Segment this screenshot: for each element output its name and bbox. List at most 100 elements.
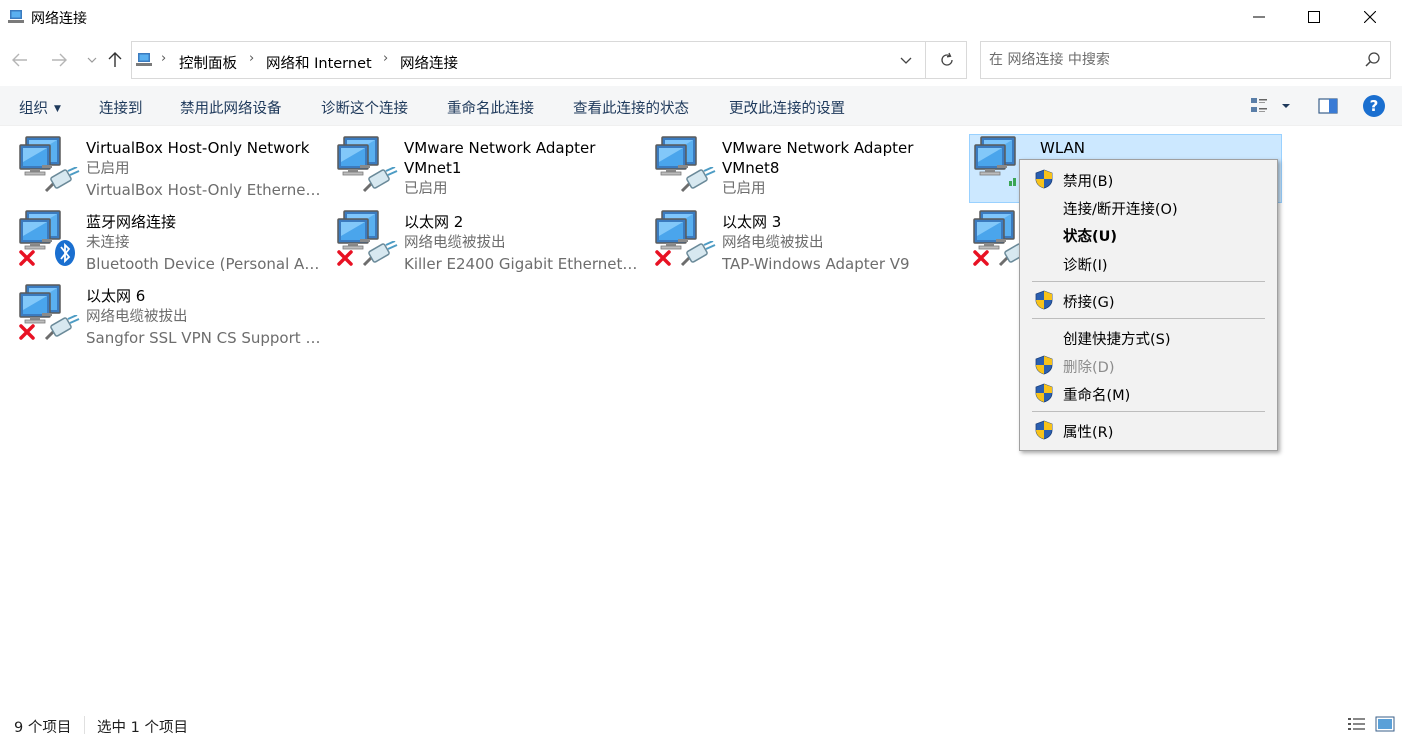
- view-options-icon: [1251, 98, 1290, 112]
- bluetooth-adapter-icon: [19, 209, 75, 266]
- connection-name: 以太网 6: [86, 287, 146, 305]
- menu-item-label: 禁用(B): [1063, 174, 1114, 190]
- recent-locations-button[interactable]: [80, 48, 104, 72]
- network-connections-icon: [136, 53, 152, 66]
- uac-shield-icon: [1034, 383, 1054, 403]
- menu-item-label: 状态(U): [1063, 229, 1118, 245]
- ethernet-adapter-icon: [18, 135, 80, 193]
- ethernet-disconnected-icon: [19, 283, 80, 341]
- menu-item-disable[interactable]: 禁用(B): [1022, 166, 1275, 193]
- menu-item-diagnose[interactable]: 诊断(I): [1022, 250, 1275, 277]
- breadcrumb-control-panel[interactable]: 控制面板: [179, 52, 237, 73]
- back-button[interactable]: [8, 48, 32, 72]
- connection-device: Sangfor SSL VPN CS Support System VNIC: [86, 329, 322, 347]
- close-icon: [1364, 11, 1376, 23]
- up-button[interactable]: [103, 48, 127, 72]
- address-bar[interactable]: › 控制面板 › 网络和 Internet › 网络连接: [131, 41, 967, 79]
- search-icon[interactable]: [1364, 51, 1382, 69]
- menu-separator: [1032, 281, 1265, 282]
- uac-shield-icon: [1034, 355, 1054, 375]
- connect-to-button[interactable]: 连接到: [99, 97, 143, 118]
- search-box[interactable]: [980, 41, 1391, 79]
- help-button[interactable]: ?: [1363, 95, 1385, 117]
- connection-name: 以太网 3: [722, 213, 782, 231]
- connection-tile[interactable]: 以太网 3 网络电缆被拔出 TAP-Windows Adapter V9: [636, 201, 948, 273]
- maximize-icon: [1308, 11, 1320, 23]
- connection-tile[interactable]: VirtualBox Host-Only Network 已启用 Virtual…: [0, 127, 322, 199]
- close-button[interactable]: [1347, 0, 1393, 34]
- connection-device: TAP-Windows Adapter V9: [722, 255, 910, 273]
- connection-name: VMware Network Adapter VMnet8: [722, 139, 914, 177]
- menu-item-bridge[interactable]: 桥接(G): [1022, 287, 1275, 314]
- diagnose-button[interactable]: 诊断这个连接: [321, 97, 408, 118]
- command-bar: 组织 ▼ 连接到 禁用此网络设备 诊断这个连接 重命名此连接 查看此连接的状态 更…: [0, 86, 1402, 126]
- menu-item-status[interactable]: 状态(U): [1022, 221, 1275, 248]
- chevron-down-icon: [87, 57, 97, 63]
- chevron-right-icon[interactable]: ›: [383, 51, 388, 66]
- details-view-icon[interactable]: [1347, 716, 1367, 732]
- chevron-right-icon[interactable]: ›: [249, 51, 254, 66]
- connection-tile[interactable]: 以太网 6 网络电缆被拔出 Sangfor SSL VPN CS Support…: [0, 275, 322, 347]
- chevron-down-icon: [900, 57, 912, 64]
- menu-item-label: 诊断(I): [1063, 258, 1108, 274]
- disable-device-button[interactable]: 禁用此网络设备: [180, 97, 282, 118]
- search-input[interactable]: [989, 50, 1349, 70]
- connection-status: 已启用: [86, 161, 130, 177]
- menu-item-delete[interactable]: 删除(D): [1022, 352, 1275, 379]
- menu-item-create-shortcut[interactable]: 创建快捷方式(S): [1022, 324, 1275, 351]
- chevron-right-icon[interactable]: ›: [161, 51, 166, 66]
- breadcrumb-network-connections[interactable]: 网络连接: [400, 52, 458, 73]
- status-bar: 9 个项目 选中 1 个项目: [0, 708, 1402, 741]
- change-view-button[interactable]: [1248, 94, 1296, 118]
- view-status-button[interactable]: 查看此连接的状态: [573, 97, 689, 118]
- menu-item-label: 重命名(M): [1063, 388, 1131, 404]
- breadcrumb-network-internet[interactable]: 网络和 Internet: [266, 52, 372, 73]
- connection-tile[interactable]: 以太网 2 网络电缆被拔出 Killer E2400 Gigabit Ether…: [318, 201, 640, 273]
- navigation-bar: › 控制面板 › 网络和 Internet › 网络连接: [0, 36, 1402, 86]
- organize-menu[interactable]: 组织 ▼: [19, 97, 61, 118]
- rename-button[interactable]: 重命名此连接: [447, 97, 534, 118]
- arrow-left-icon: [12, 53, 27, 67]
- connection-status: 网络电缆被拔出: [722, 235, 824, 251]
- connection-status: 网络电缆被拔出: [86, 309, 188, 325]
- caret-down-icon: ▼: [54, 104, 61, 114]
- large-icons-view-icon[interactable]: [1375, 716, 1395, 732]
- window-title: 网络连接: [31, 11, 87, 27]
- connection-status: 网络电缆被拔出: [404, 235, 506, 251]
- connection-tile[interactable]: VMware Network Adapter VMnet8 已启用: [636, 127, 948, 197]
- menu-separator: [1032, 318, 1265, 319]
- menu-item-label: 属性(R): [1063, 425, 1114, 441]
- connection-tile[interactable]: 蓝牙网络连接 未连接 Bluetooth Device (Personal Ar…: [0, 201, 322, 273]
- connection-device: VirtualBox Host-Only Ethernet Adapter: [86, 181, 322, 199]
- menu-item-connect-disconnect[interactable]: 连接/断开连接(O): [1022, 194, 1275, 221]
- refresh-button[interactable]: [925, 42, 967, 78]
- forward-button[interactable]: [47, 48, 71, 72]
- change-settings-button[interactable]: 更改此连接的设置: [729, 97, 845, 118]
- minimize-button[interactable]: [1236, 0, 1282, 34]
- item-count: 9 个项目: [14, 720, 72, 736]
- menu-item-label: 删除(D): [1063, 360, 1115, 376]
- uac-shield-icon: [1034, 420, 1054, 440]
- address-history-button[interactable]: [888, 42, 924, 78]
- menu-item-label: 创建快捷方式(S): [1063, 332, 1171, 348]
- connection-tile[interactable]: VMware Network Adapter VMnet1 已启用: [318, 127, 630, 197]
- connection-status: 已启用: [404, 181, 448, 197]
- minimize-icon: [1253, 16, 1265, 18]
- title-bar: 网络连接: [0, 0, 1402, 36]
- connection-name: 以太网 2: [404, 213, 464, 231]
- connection-name: 蓝牙网络连接: [86, 213, 177, 231]
- menu-separator: [1032, 411, 1265, 412]
- arrow-up-icon: [108, 52, 122, 67]
- ethernet-disconnected-icon: [655, 209, 716, 267]
- ethernet-disconnected-icon: [337, 209, 398, 267]
- menu-item-properties[interactable]: 属性(R): [1022, 417, 1275, 444]
- connection-status: 未连接: [86, 235, 130, 251]
- arrow-right-icon: [52, 53, 67, 67]
- connection-name: WLAN: [1040, 139, 1086, 157]
- connection-name: VirtualBox Host-Only Network: [86, 139, 310, 157]
- preview-pane-button[interactable]: [1317, 95, 1339, 117]
- menu-item-rename[interactable]: 重命名(M): [1022, 380, 1275, 407]
- connection-tile[interactable]: [954, 201, 1034, 271]
- uac-shield-icon: [1034, 290, 1054, 310]
- maximize-button[interactable]: [1291, 0, 1337, 34]
